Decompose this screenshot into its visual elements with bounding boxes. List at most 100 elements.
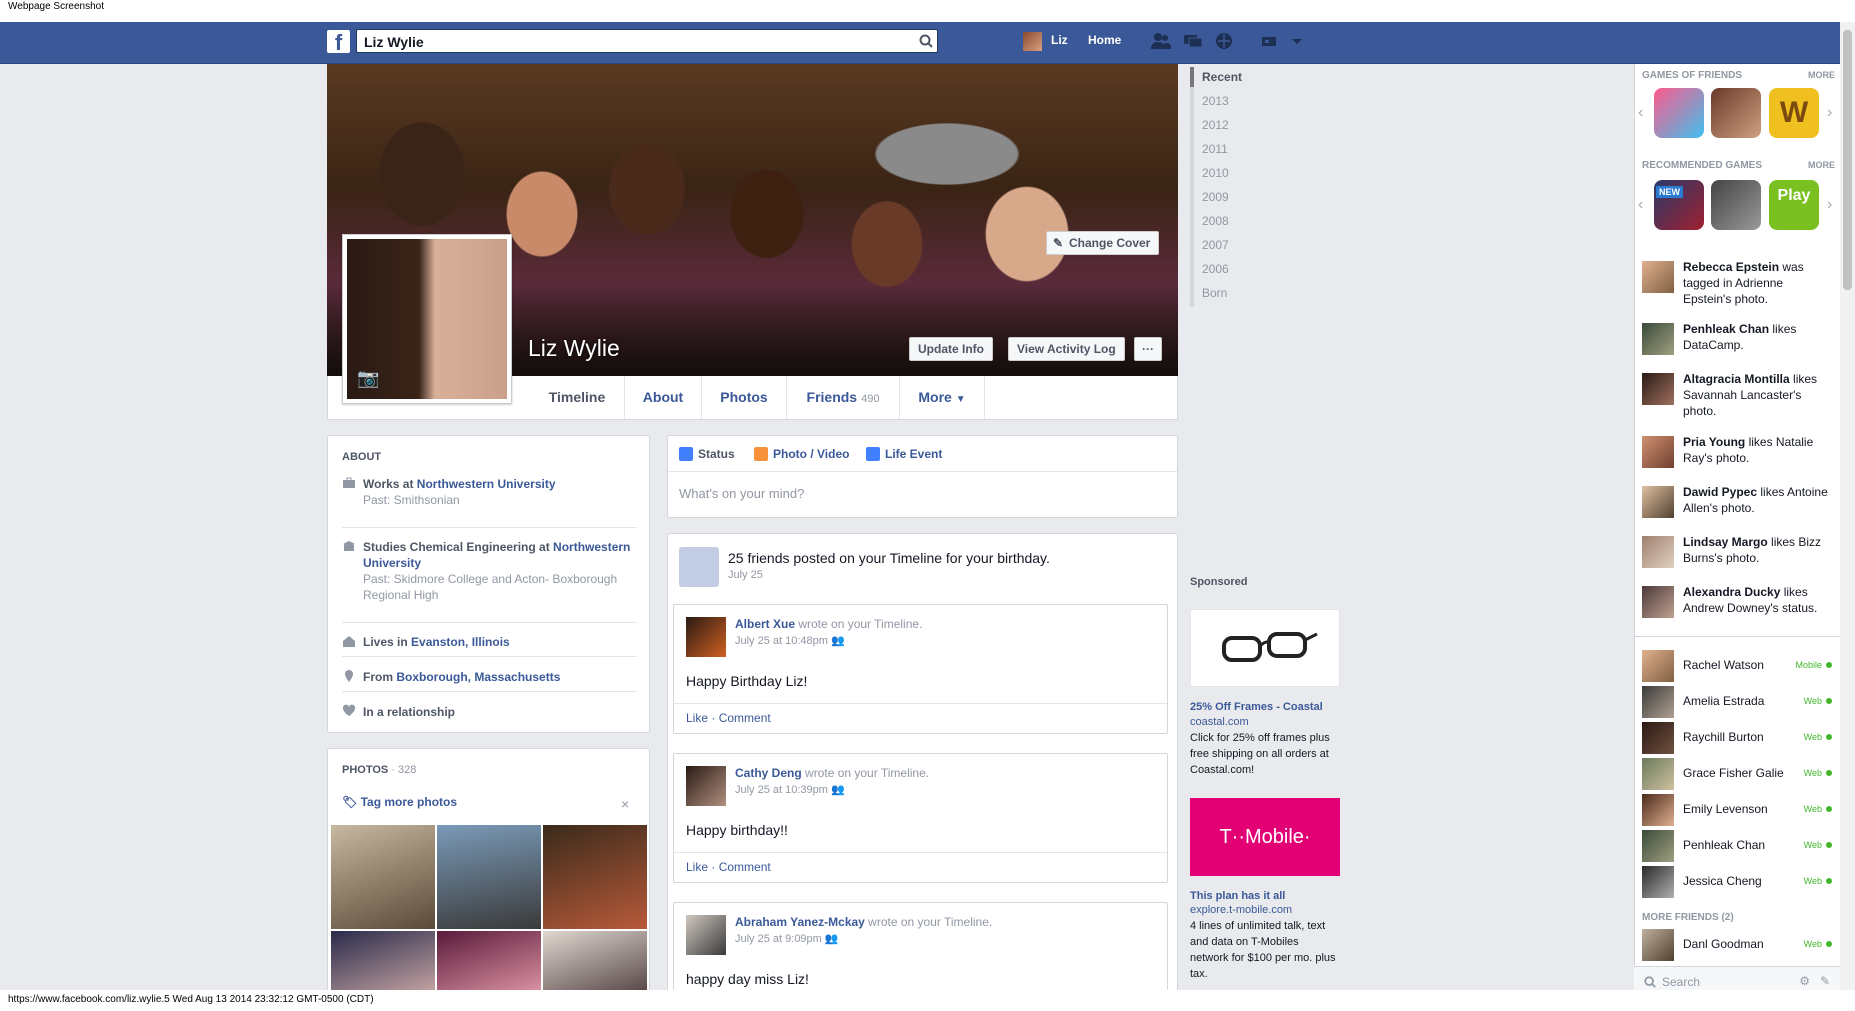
post-time[interactable]: July 25 at 10:48pm	[735, 635, 828, 647]
ticker-item[interactable]: Rebecca Epstein was tagged in Adrienne E…	[1642, 259, 1832, 307]
home-link[interactable]: Home	[1088, 33, 1121, 47]
tab-more[interactable]: More ▼	[900, 376, 985, 419]
friend-requests-icon[interactable]	[1150, 31, 1172, 51]
my-name-link[interactable]: Liz	[1051, 33, 1068, 47]
ticker-item[interactable]: Penhleak Chan likes DataCamp.	[1642, 321, 1832, 355]
profile-picture[interactable]: 📷	[342, 234, 512, 404]
ticker-item[interactable]: Altagracia Montilla likes Savannah Lanca…	[1642, 371, 1832, 419]
friends-audience-icon[interactable]: 👥	[831, 784, 845, 796]
photo-thumbnail[interactable]	[437, 931, 541, 990]
photos-heading[interactable]: PHOTOS	[342, 764, 388, 776]
ad-image-tmobile[interactable]: T··Mobile·	[1190, 798, 1340, 876]
notifications-icon[interactable]	[1213, 31, 1235, 51]
facebook-logo-icon[interactable]: f	[327, 30, 350, 55]
photo-thumbnail[interactable]	[543, 931, 647, 990]
gear-icon[interactable]: ⚙	[1799, 974, 1810, 988]
chat-contact[interactable]: Raychill Burton Web	[1642, 722, 1832, 754]
chevron-right-icon[interactable]: ›	[1827, 104, 1832, 122]
page-scrollbar[interactable]	[1840, 22, 1855, 990]
close-icon[interactable]: ×	[621, 796, 629, 812]
photo-thumbnail[interactable]	[331, 825, 435, 929]
comment-button[interactable]: Comment	[719, 860, 771, 874]
chat-contact[interactable]: Penhleak Chan Web	[1642, 830, 1832, 862]
from-link[interactable]: Boxborough, Massachusetts	[396, 670, 560, 684]
scrubber-year[interactable]: 2008	[1202, 214, 1229, 228]
photo-thumbnail[interactable]	[543, 825, 647, 929]
ticker-item[interactable]: Lindsay Margo likes Bizz Burns's photo.	[1642, 534, 1832, 568]
composer-tab-status[interactable]: Status	[679, 447, 735, 461]
ticker-item[interactable]: Alexandra Ducky likes Andrew Downey's st…	[1642, 584, 1832, 618]
messages-icon[interactable]	[1182, 31, 1204, 51]
ticker-item[interactable]: Pria Young likes Natalie Ray's photo.	[1642, 434, 1832, 468]
camera-icon[interactable]: 📷	[357, 368, 379, 389]
ad-url[interactable]: coastal.com	[1190, 716, 1249, 728]
scrubber-year[interactable]: 2013	[1202, 94, 1229, 108]
lives-link[interactable]: Evanston, Illinois	[411, 635, 510, 649]
search-input[interactable]: Liz Wylie	[356, 29, 938, 53]
chat-contact[interactable]: Jessica Cheng Web	[1642, 866, 1832, 898]
avatar[interactable]	[686, 766, 726, 806]
tab-about[interactable]: About	[625, 376, 702, 419]
compose-icon[interactable]: ✎	[1820, 974, 1830, 988]
change-cover-button[interactable]: ✎ Change Cover	[1046, 231, 1160, 255]
scrubber-year[interactable]: 2007	[1202, 238, 1229, 252]
comment-button[interactable]: Comment	[719, 711, 771, 725]
game-icon[interactable]	[1711, 88, 1761, 138]
chevron-left-icon[interactable]: ‹	[1638, 196, 1643, 214]
account-menu-icon[interactable]	[1286, 31, 1308, 51]
scrubber-year[interactable]: 2006	[1202, 262, 1229, 276]
scrubber-year[interactable]: 2010	[1202, 166, 1229, 180]
profile-name[interactable]: Liz Wylie	[528, 335, 620, 362]
sponsored-heading[interactable]: Sponsored	[1190, 576, 1247, 588]
chevron-right-icon[interactable]: ›	[1827, 196, 1832, 214]
tab-photos[interactable]: Photos	[702, 376, 787, 419]
chat-contact[interactable]: Rachel Watson Mobile	[1642, 650, 1832, 682]
chat-contact[interactable]: Grace Fisher Galie Web	[1642, 758, 1832, 790]
chat-contact[interactable]: Emily Levenson Web	[1642, 794, 1832, 826]
ad-title[interactable]: This plan has it all	[1190, 890, 1285, 902]
photo-thumbnail[interactable]	[437, 825, 541, 929]
friends-audience-icon[interactable]: 👥	[825, 933, 839, 945]
privacy-icon[interactable]	[1258, 31, 1280, 51]
tab-friends[interactable]: Friends 490	[787, 376, 900, 419]
composer-tab-life-event[interactable]: Life Event	[866, 447, 942, 461]
avatar[interactable]	[686, 915, 726, 955]
chat-contact[interactable]: Danl Goodman Web	[1642, 929, 1832, 961]
ad-title[interactable]: 25% Off Frames - Coastal	[1190, 701, 1323, 713]
activity-log-button[interactable]: View Activity Log	[1008, 337, 1125, 361]
like-button[interactable]: Like	[686, 860, 708, 874]
work-link[interactable]: Northwestern University	[417, 477, 556, 491]
words-game-icon[interactable]: W	[1769, 88, 1819, 138]
status-input[interactable]: What's on your mind?	[679, 486, 804, 501]
tab-timeline[interactable]: Timeline	[530, 376, 625, 419]
chat-contact[interactable]: Amelia Estrada Web	[1642, 686, 1832, 718]
search-icon[interactable]	[919, 34, 933, 48]
birthday-date[interactable]: July 25	[728, 569, 763, 581]
scrubber-born[interactable]: Born	[1202, 286, 1227, 300]
post-author[interactable]: Cathy Deng	[735, 766, 802, 780]
game-icon[interactable]	[1654, 88, 1704, 138]
scrubber-year[interactable]: 2009	[1202, 190, 1229, 204]
recommended-more-link[interactable]: MORE	[1808, 160, 1835, 170]
photo-thumbnail[interactable]	[331, 931, 435, 990]
game-icon[interactable]: NEW	[1654, 180, 1704, 230]
post-author[interactable]: Albert Xue	[735, 617, 795, 631]
my-avatar[interactable]	[1023, 32, 1042, 51]
update-info-button[interactable]: Update Info	[909, 337, 993, 361]
chevron-left-icon[interactable]: ‹	[1638, 104, 1643, 122]
game-icon[interactable]	[1711, 180, 1761, 230]
ad-image-glasses[interactable]	[1190, 609, 1340, 687]
post-time[interactable]: July 25 at 10:39pm	[735, 784, 828, 796]
avatar[interactable]	[686, 617, 726, 657]
ad-url[interactable]: explore.t-mobile.com	[1190, 904, 1292, 916]
games-more-link[interactable]: MORE	[1808, 70, 1835, 80]
like-button[interactable]: Like	[686, 711, 708, 725]
tag-photos-link[interactable]: 🏷 Tag more photos	[342, 795, 457, 809]
scrubber-year[interactable]: 2011	[1202, 142, 1228, 156]
ticker-item[interactable]: Dawid Pypec likes Antoine Allen's photo.	[1642, 484, 1832, 518]
post-author[interactable]: Abraham Yanez-Mckay	[735, 915, 865, 929]
post-time[interactable]: July 25 at 9:09pm	[735, 933, 822, 945]
scrubber-year[interactable]: 2012	[1202, 118, 1229, 132]
scrubber-recent[interactable]: Recent	[1202, 70, 1242, 84]
composer-tab-photo[interactable]: Photo / Video	[754, 447, 849, 461]
